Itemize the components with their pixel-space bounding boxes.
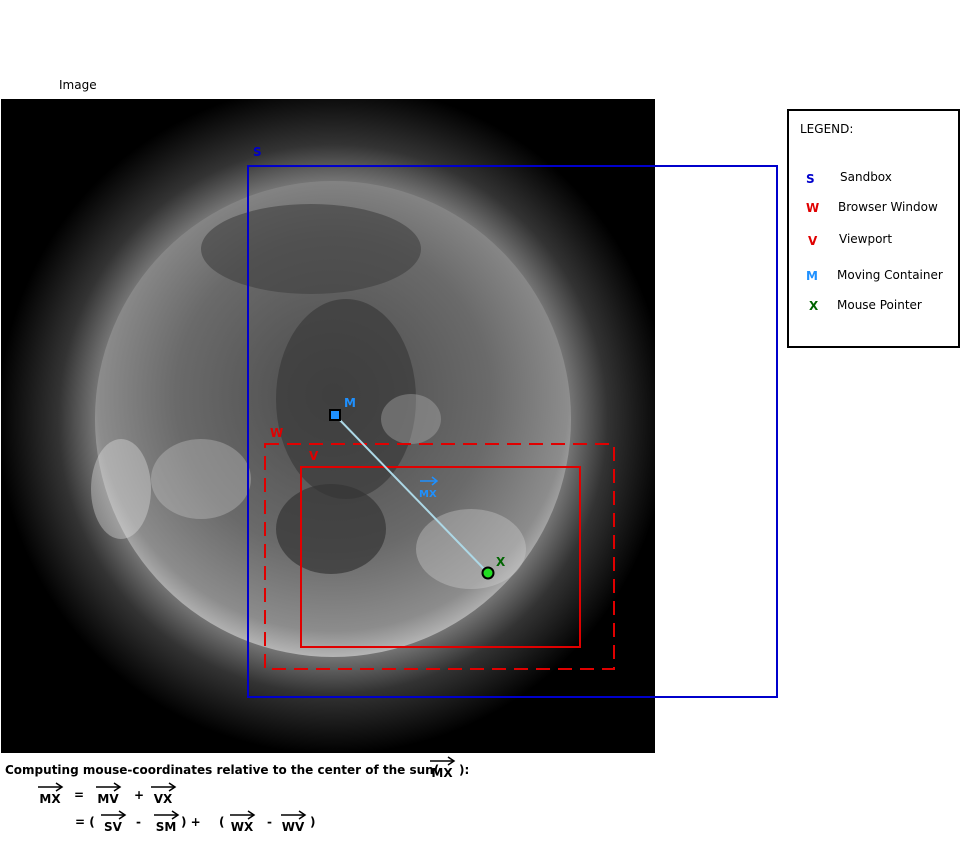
moving-container-marker	[329, 409, 341, 421]
formula-heading-vector: MX	[427, 756, 457, 780]
legend-label-viewport: Viewport	[839, 232, 893, 246]
legend-label-browser-window: Browser Window	[838, 200, 938, 214]
sandbox-box	[247, 165, 778, 698]
formula-line2-minus1: -	[136, 815, 141, 829]
formula-line2-a: SV	[98, 810, 128, 834]
formula-line1-b: VX	[148, 782, 178, 806]
vector-arrow-icon	[101, 810, 127, 820]
formula-line2-close: )	[310, 815, 316, 829]
formula-line1-b-label: VX	[153, 792, 173, 806]
formula-line2-d-label: WV	[281, 820, 305, 834]
sandbox-key: S	[253, 145, 262, 159]
vector-arrow-icon	[151, 782, 177, 792]
formula-line2-c-label: WX	[230, 820, 254, 834]
legend-label-mouse-pointer: Mouse Pointer	[837, 298, 922, 312]
vector-arrow-icon	[230, 810, 256, 820]
formula-line1-lhs: MX	[35, 782, 65, 806]
vector-arrow-icon	[281, 810, 307, 820]
mouse-pointer-key: X	[496, 555, 506, 569]
browser-window-key: W	[270, 426, 283, 440]
formula-line2-eq: = (	[75, 815, 95, 829]
formula-line1-lhs-label: MX	[39, 792, 61, 806]
formula-line2-c: WX	[227, 810, 257, 834]
formula-line2-b: SM	[151, 810, 181, 834]
mx-vector-line	[334, 414, 489, 574]
formula-line1-plus: +	[134, 788, 145, 802]
viewport-key: V	[309, 449, 319, 463]
legend-label-moving-container: Moving Container	[837, 268, 943, 282]
legend-key-browser-window: W	[806, 201, 820, 215]
viewport-box	[300, 466, 581, 648]
legend-key-mouse-pointer: X	[809, 299, 819, 313]
legend-label-sandbox: Sandbox	[840, 170, 892, 184]
formula-line1-a-label: MV	[97, 792, 119, 806]
formula-heading: Computing mouse-coordinates relative to …	[5, 763, 440, 777]
mx-vector-label: MX	[419, 489, 437, 500]
vector-arrow-icon	[154, 810, 180, 820]
moving-container-key: M	[344, 396, 356, 410]
formula-heading-vector-label: MX	[431, 766, 453, 780]
vector-arrow-icon	[96, 782, 122, 792]
formula-line2-minus2: -	[267, 815, 272, 829]
mouse-pointer-marker	[481, 566, 495, 580]
formula-line1-eq: =	[74, 788, 85, 802]
formula-line1-a: MV	[93, 782, 123, 806]
legend: LEGEND: S Sandbox W Browser Window V Vie…	[787, 109, 960, 348]
formula-line2-a-label: SV	[104, 820, 122, 834]
formula-line2-d: WV	[278, 810, 308, 834]
formula-line2-b-label: SM	[155, 820, 177, 834]
legend-title: LEGEND:	[800, 122, 854, 136]
legend-key-sandbox: S	[806, 172, 815, 186]
formula-line2-close-plus: ) +	[181, 815, 201, 829]
legend-key-viewport: V	[808, 234, 818, 248]
legend-key-moving-container: M	[806, 269, 818, 283]
vector-arrow-icon	[38, 782, 64, 792]
vector-arrow-icon	[430, 756, 456, 766]
formula-heading-end: ):	[459, 763, 470, 777]
formula-line2-open: (	[219, 815, 225, 829]
browser-window-box	[264, 443, 615, 670]
formula-block: Computing mouse-coordinates relative to …	[5, 756, 605, 840]
